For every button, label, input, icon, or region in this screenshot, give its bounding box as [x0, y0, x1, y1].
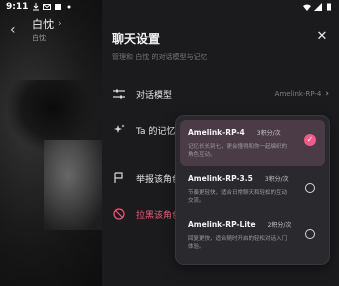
dot-icon: [67, 5, 71, 9]
model-option-head: Amelink-RP-4 3积分/次: [188, 128, 317, 137]
chat-header: ‹ 白忱 › 白忱: [10, 16, 62, 43]
model-option-name: Amelink-RP-3.5: [188, 174, 253, 183]
panel-title: 聊天设置: [112, 32, 161, 46]
model-dropdown: Amelink-RP-4 3积分/次 记忆长长到七，更会懂得和你一起编织的角色互…: [176, 116, 329, 264]
battery-icon: [327, 3, 331, 11]
block-icon: [112, 207, 126, 221]
back-arrow-icon[interactable]: ‹: [10, 23, 22, 37]
chat-settings-screen: 9:11 ‹ 白忱 › 白忱 聊天设置 ✕ 管理和 白忱 的对话模型与记忆 对话…: [0, 0, 339, 286]
character-info[interactable]: 白忱 › 白忱: [32, 16, 62, 43]
radio-button[interactable]: [305, 183, 315, 193]
row-memory-label: Ta 的记忆: [136, 126, 176, 137]
row-block-label: 拉黑该角色: [136, 210, 182, 221]
model-option-head: Amelink-RP-Lite 2积分/次: [188, 220, 317, 229]
panel-subtitle: 管理和 白忱 的对话模型与记忆: [112, 53, 208, 61]
model-option-name: Amelink-RP-Lite: [188, 220, 256, 229]
square-icon: [55, 4, 62, 10]
model-option[interactable]: Amelink-RP-4 3积分/次 记忆长长到七，更会懂得和你一起编织的角色互…: [180, 120, 325, 166]
row-chat-model-label: 对话模型: [136, 90, 173, 101]
radio-button[interactable]: [305, 229, 315, 239]
model-option[interactable]: Amelink-RP-Lite 2积分/次 回复更快，适合随时开启的轻松对话入门…: [180, 212, 325, 258]
character-name-text: 白忱: [32, 18, 54, 31]
status-notification-icons: [32, 3, 73, 11]
model-option-name: Amelink-RP-4: [188, 128, 245, 137]
model-option[interactable]: Amelink-RP-3.5 3积分/次 节奏更轻快，适合日常聊天和轻松的互动交…: [180, 166, 325, 212]
close-icon[interactable]: ✕: [315, 30, 329, 44]
mail-icon: [43, 4, 52, 10]
row-chat-model[interactable]: 对话模型 Amelink-RP-4 ›: [112, 84, 329, 104]
model-option-head: Amelink-RP-3.5 3积分/次: [188, 174, 317, 183]
model-option-cost: 3积分/次: [256, 130, 281, 137]
model-option-description: 记忆长长到七，更会懂得和你一起编织的角色互动。: [188, 144, 288, 158]
wifi-icon: [303, 4, 311, 11]
download-icon: [33, 3, 40, 11]
model-option-cost: 3积分/次: [264, 176, 289, 183]
sliders-icon: [112, 87, 126, 101]
status-system-icons: [303, 3, 333, 11]
character-subtitle: 白忱: [32, 34, 46, 42]
model-option-cost: 2积分/次: [267, 222, 292, 229]
character-name: 白忱 ›: [32, 16, 62, 32]
status-bar: 9:11: [0, 0, 339, 14]
signal-icon: [314, 3, 322, 11]
model-option-description: 回复更快，适合随时开启的轻松对话入门体验。: [188, 236, 288, 250]
chat-model-value-text: Amelink-RP-4: [274, 90, 322, 98]
sparkle-icon: [112, 123, 126, 137]
check-circle-icon: ✓: [304, 134, 316, 146]
row-chat-model-value: Amelink-RP-4 ›: [275, 89, 329, 99]
chevron-right-icon: ›: [325, 89, 329, 99]
model-option-description: 节奏更轻快，适合日常聊天和轻松的互动交流。: [188, 190, 288, 204]
row-report-label: 举报该角色: [136, 174, 182, 185]
flag-icon: [112, 171, 126, 185]
status-time: 9:11: [6, 2, 29, 12]
chevron-right-icon: ›: [58, 19, 62, 29]
